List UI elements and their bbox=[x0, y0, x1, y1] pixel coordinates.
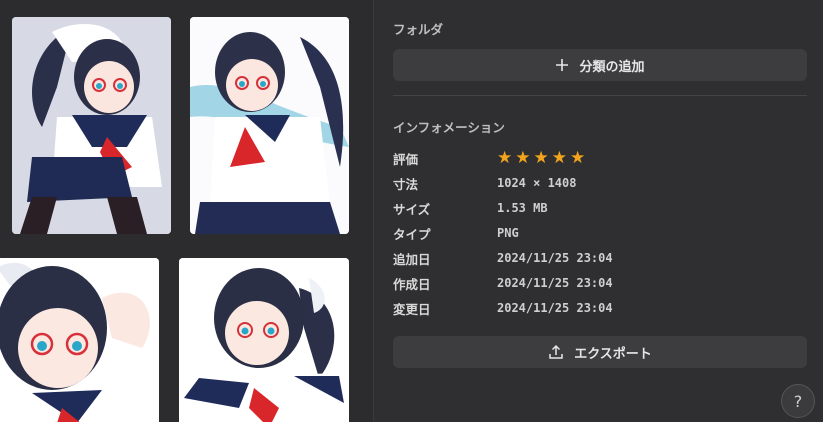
info-value: 2024/11/25 23:04 bbox=[497, 301, 613, 315]
star-icon[interactable]: ★ bbox=[534, 149, 549, 167]
add-category-label: 分類の追加 bbox=[579, 59, 645, 75]
upload-icon bbox=[548, 344, 564, 360]
info-label: サイズ bbox=[393, 201, 431, 217]
info-value: PNG bbox=[497, 226, 519, 240]
rating-stars[interactable]: ★ ★ ★ ★ ★ bbox=[497, 149, 585, 167]
thumbnail-2[interactable] bbox=[190, 17, 349, 234]
info-value: 1024 × 1408 bbox=[497, 176, 577, 190]
star-icon[interactable]: ★ bbox=[570, 149, 585, 167]
info-row-modified: 変更日 2024/11/25 23:04 bbox=[393, 298, 613, 318]
info-value: 2024/11/25 23:04 bbox=[497, 251, 613, 265]
rating-label: 評価 bbox=[393, 151, 419, 167]
image-gallery bbox=[0, 0, 373, 422]
info-label: 追加日 bbox=[393, 251, 431, 267]
folder-section-title: フォルダ bbox=[393, 22, 444, 37]
info-row-dimensions: 寸法 1024 × 1408 bbox=[393, 173, 576, 193]
star-icon[interactable]: ★ bbox=[497, 149, 512, 167]
thumbnail-2-image bbox=[190, 17, 349, 234]
info-row-size: サイズ 1.53 MB bbox=[393, 198, 548, 218]
thumbnail-4-image bbox=[179, 258, 349, 422]
export-label: エクスポート bbox=[574, 346, 652, 362]
thumbnail-4[interactable] bbox=[179, 258, 349, 422]
plus-icon bbox=[555, 58, 569, 72]
info-label: 作成日 bbox=[393, 276, 431, 292]
help-icon: ? bbox=[793, 391, 803, 411]
add-category-button[interactable]: 分類の追加 bbox=[393, 49, 807, 81]
thumbnail-1-image bbox=[12, 17, 171, 234]
info-row-added: 追加日 2024/11/25 23:04 bbox=[393, 248, 613, 268]
info-label: 変更日 bbox=[393, 301, 431, 317]
star-icon[interactable]: ★ bbox=[552, 149, 567, 167]
section-divider bbox=[393, 95, 807, 96]
export-button[interactable]: エクスポート bbox=[393, 336, 807, 368]
info-value: 1.53 MB bbox=[497, 201, 548, 215]
help-button[interactable]: ? bbox=[781, 384, 815, 418]
info-section-title: インフォメーション bbox=[393, 120, 505, 135]
star-icon[interactable]: ★ bbox=[515, 149, 530, 167]
rating-row: 評価 ★ ★ ★ ★ ★ bbox=[393, 148, 585, 168]
info-row-type: タイプ PNG bbox=[393, 223, 519, 243]
info-panel: フォルダ 分類の追加 インフォメーション 評価 ★ ★ ★ ★ ★ 寸法 102… bbox=[374, 0, 823, 422]
thumbnail-1[interactable] bbox=[12, 17, 171, 234]
info-row-created: 作成日 2024/11/25 23:04 bbox=[393, 273, 613, 293]
info-label: タイプ bbox=[393, 226, 431, 242]
info-value: 2024/11/25 23:04 bbox=[497, 276, 613, 290]
thumbnail-3[interactable] bbox=[0, 258, 159, 422]
thumbnail-3-image bbox=[0, 258, 159, 422]
info-label: 寸法 bbox=[393, 176, 419, 192]
